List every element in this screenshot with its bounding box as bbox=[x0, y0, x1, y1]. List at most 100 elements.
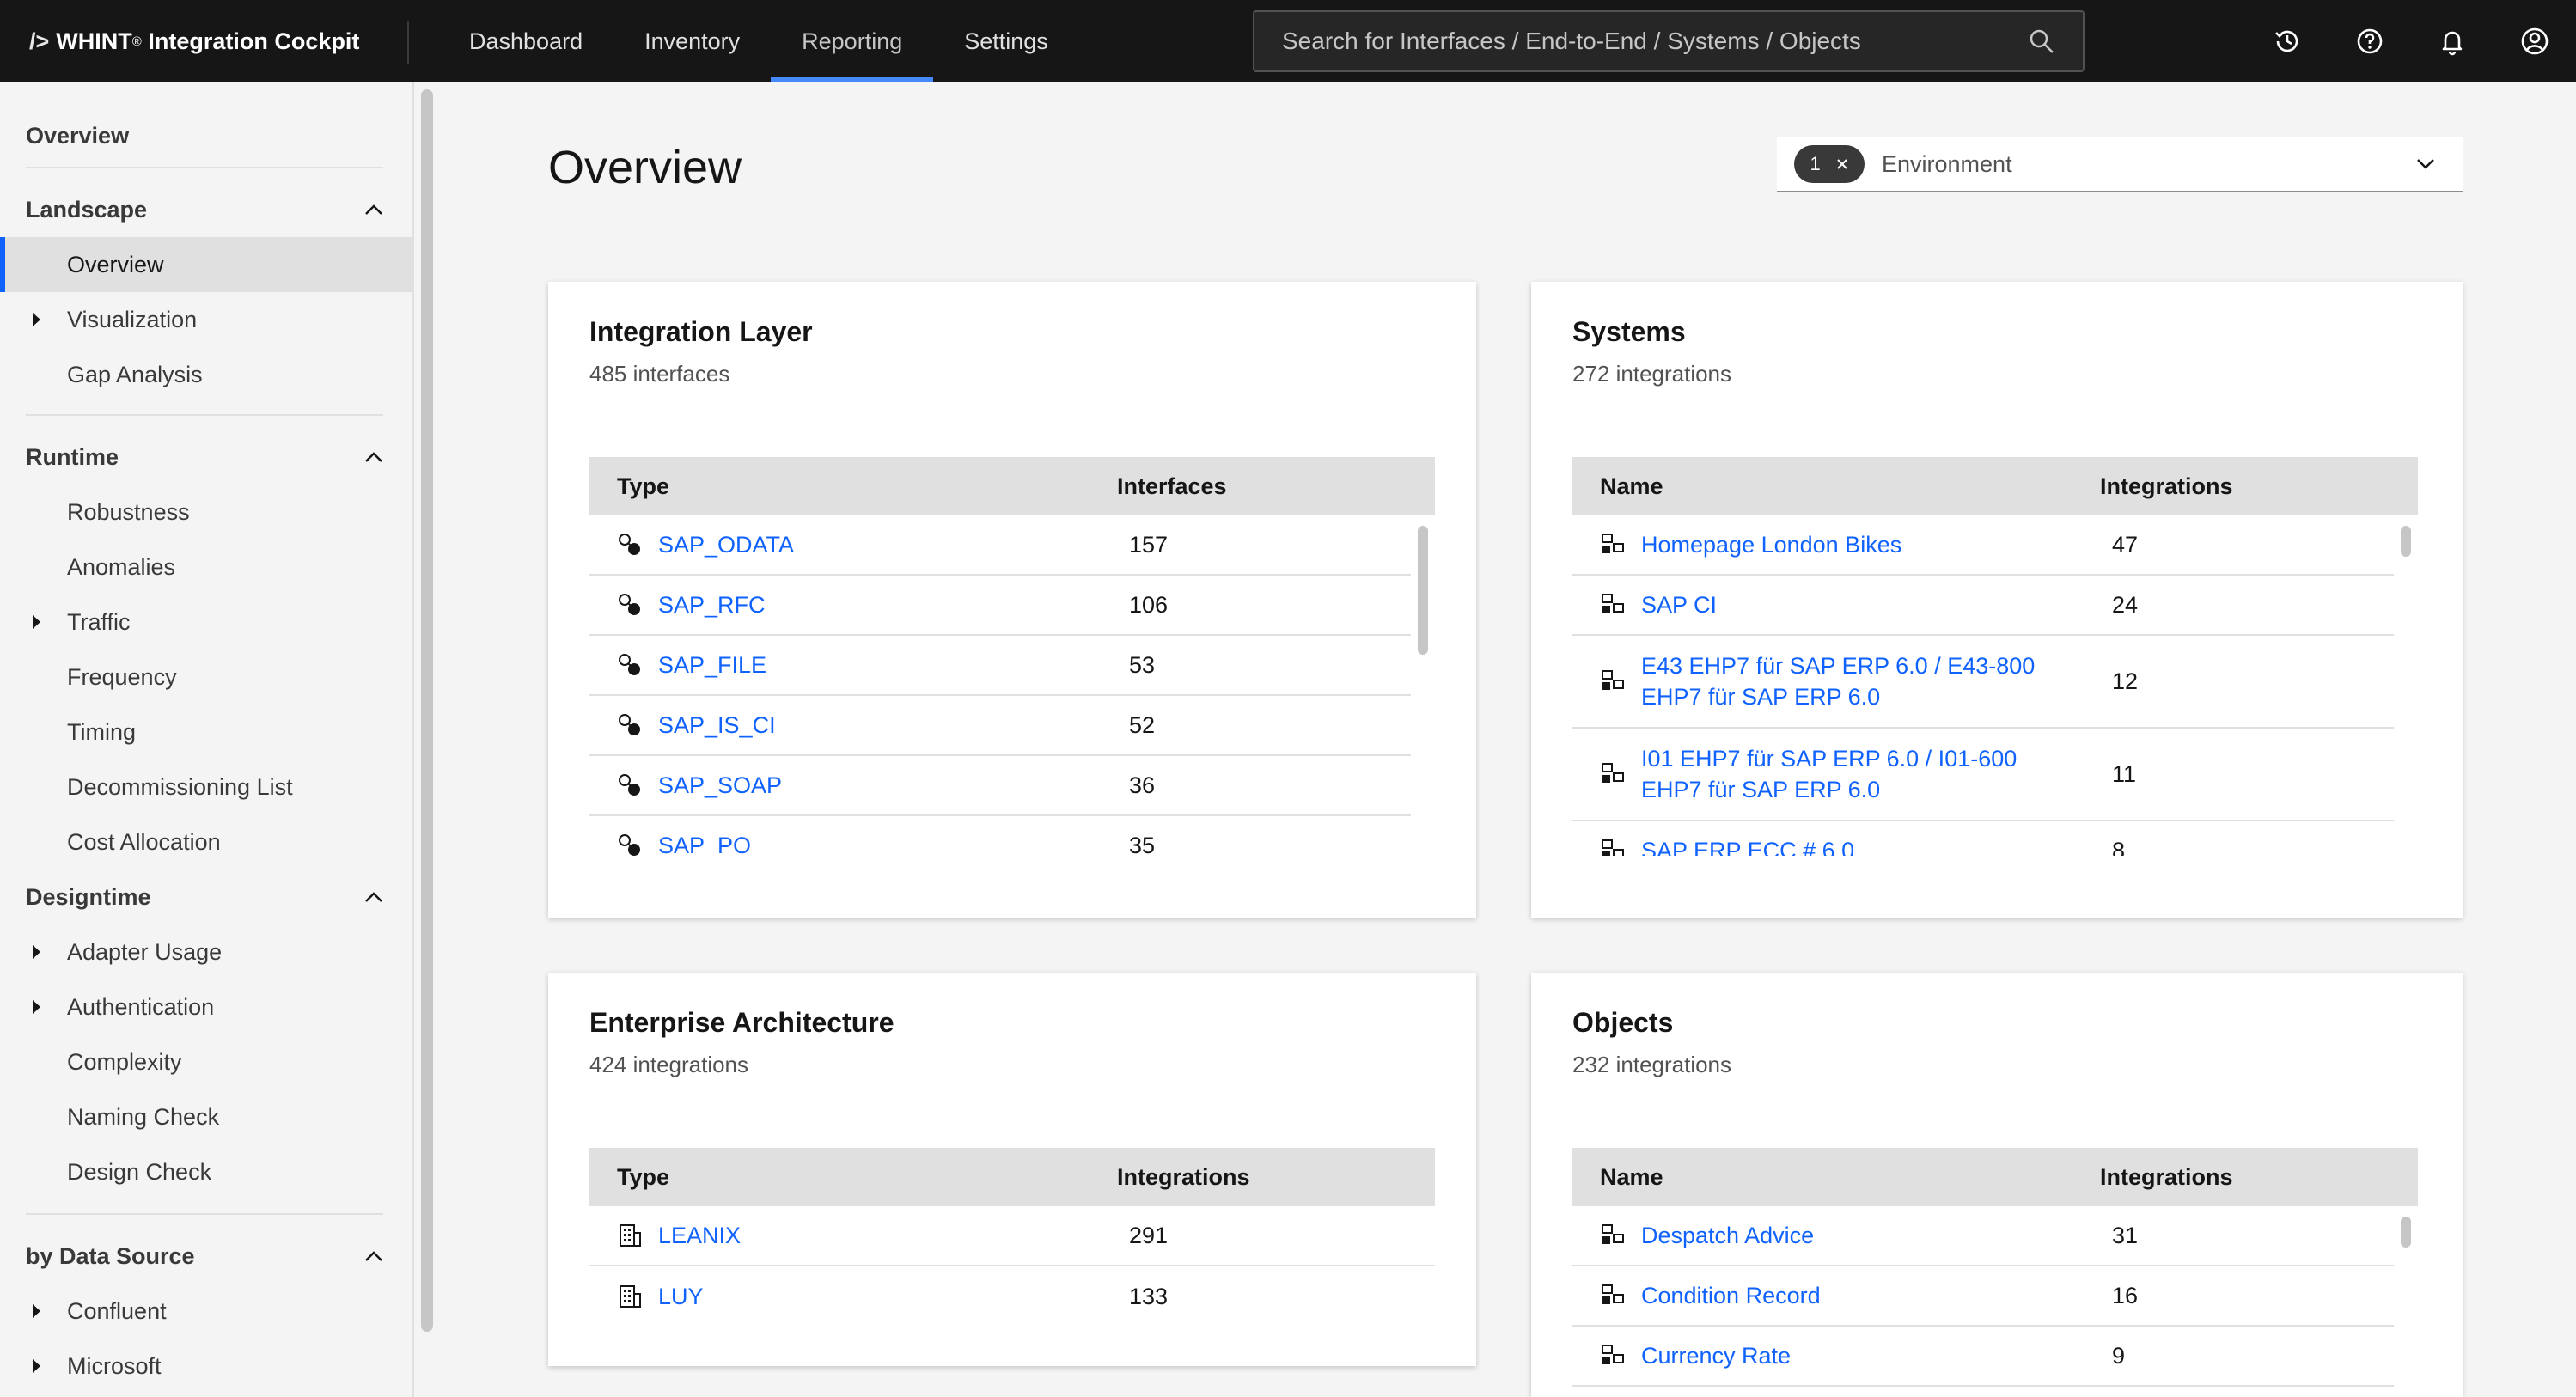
column-header-integrations[interactable]: Integrations bbox=[2100, 473, 2233, 500]
sidebar-item-label: Adapter Usage bbox=[67, 938, 223, 965]
sidebar-section-designtime[interactable]: Designtime bbox=[0, 869, 412, 924]
table-row[interactable]: I01 EHP7 für SAP ERP 6.0 / I01-600 EHP7 … bbox=[1572, 729, 2394, 821]
table-row[interactable]: SAP_FILE 53 bbox=[589, 636, 1411, 696]
sidebar-divider bbox=[26, 414, 383, 416]
sidebar-item-traffic[interactable]: Traffic bbox=[0, 595, 412, 650]
nav-dashboard[interactable]: Dashboard bbox=[438, 0, 613, 82]
help-icon[interactable] bbox=[2329, 0, 2411, 82]
row-link[interactable]: SAP_SOAP bbox=[658, 770, 782, 801]
card-systems: Systems 272 integrations Name Integratio… bbox=[1531, 282, 2463, 918]
sidebar-item-anomalies[interactable]: Anomalies bbox=[0, 540, 412, 595]
row-link[interactable]: Currency Rate bbox=[1641, 1340, 1791, 1371]
table-row[interactable]: E43 EHP7 für SAP ERP 6.0 / E43-800 EHP7 … bbox=[1572, 636, 2394, 729]
chevron-up-icon[interactable] bbox=[364, 1250, 383, 1262]
sidebar-item-adapter-usage[interactable]: Adapter Usage bbox=[0, 924, 412, 979]
table-row[interactable]: SAP_RFC 106 bbox=[589, 576, 1411, 636]
nav-inventory[interactable]: Inventory bbox=[613, 0, 771, 82]
table-row[interactable]: SAP CI 24 bbox=[1572, 576, 2394, 636]
table-row[interactable]: Homepage London Bikes 47 bbox=[1572, 515, 2394, 576]
table-scrollbar[interactable] bbox=[2401, 526, 2411, 557]
column-header-integrations[interactable]: Integrations bbox=[2100, 1164, 2233, 1191]
app-brand[interactable]: /> WHINT ® Integration Cockpit bbox=[29, 0, 359, 82]
chevron-up-icon[interactable] bbox=[364, 204, 383, 216]
sidebar-item-naming-check[interactable]: Naming Check bbox=[0, 1089, 412, 1144]
sidebar-item-gap-analysis[interactable]: Gap Analysis bbox=[0, 347, 412, 402]
header-divider bbox=[407, 21, 409, 64]
sidebar-item-robustness[interactable]: Robustness bbox=[0, 485, 412, 540]
search-input[interactable] bbox=[1282, 27, 2028, 55]
row-link[interactable]: I01 EHP7 für SAP ERP 6.0 / I01-600 EHP7 … bbox=[1641, 743, 2066, 805]
sidebar-scrollbar[interactable] bbox=[421, 89, 433, 1332]
column-header-integrations[interactable]: Integrations bbox=[1117, 1164, 1250, 1191]
table-row[interactable]: SAP_PO 35 bbox=[589, 816, 1411, 856]
caret-right-icon[interactable] bbox=[33, 1304, 40, 1318]
column-header-name[interactable]: Name bbox=[1572, 473, 2100, 500]
card-title: Objects bbox=[1572, 1007, 1674, 1038]
table-row[interactable]: Currency Rate 9 bbox=[1572, 1327, 2394, 1387]
sidebar-item-cost-allocation[interactable]: Cost Allocation bbox=[0, 814, 412, 869]
history-icon[interactable] bbox=[2246, 0, 2329, 82]
environment-filter[interactable]: 1 Environment bbox=[1777, 137, 2463, 192]
notification-icon[interactable] bbox=[2411, 0, 2494, 82]
chevron-up-icon[interactable] bbox=[364, 451, 383, 463]
caret-right-icon[interactable] bbox=[33, 615, 40, 629]
chevron-up-icon[interactable] bbox=[364, 891, 383, 903]
row-link[interactable]: SAP_RFC bbox=[658, 589, 766, 620]
caret-right-icon[interactable] bbox=[33, 1000, 40, 1014]
search-icon[interactable] bbox=[2028, 27, 2055, 55]
row-link[interactable]: Despatch Advice bbox=[1641, 1220, 1814, 1251]
table-row[interactable]: LUY 133 bbox=[589, 1266, 1435, 1327]
row-link[interactable]: SAP_ODATA bbox=[658, 529, 794, 560]
sidebar-item-label: Naming Check bbox=[67, 1103, 220, 1130]
row-link[interactable]: SAP_FILE bbox=[658, 650, 766, 680]
user-icon[interactable] bbox=[2494, 0, 2576, 82]
sidebar-item-confluent[interactable]: Confluent bbox=[0, 1284, 412, 1339]
table-scrollbar[interactable] bbox=[1418, 526, 1428, 655]
caret-right-icon[interactable] bbox=[33, 313, 40, 326]
row-link[interactable]: Condition Record bbox=[1641, 1280, 1821, 1311]
chevron-down-icon[interactable] bbox=[2416, 158, 2435, 170]
table-row[interactable]: SAP_IS_CI 52 bbox=[589, 696, 1411, 756]
table-row[interactable]: LEANIX 291 bbox=[589, 1206, 1435, 1266]
sidebar-item-frequency[interactable]: Frequency bbox=[0, 650, 412, 705]
row-link[interactable]: Homepage London Bikes bbox=[1641, 529, 1901, 560]
nav-reporting[interactable]: Reporting bbox=[771, 0, 934, 82]
table-row[interactable]: SAP_ODATA 157 bbox=[589, 515, 1411, 576]
sidebar-item-complexity[interactable]: Complexity bbox=[0, 1034, 412, 1089]
sidebar-item-decommissioning-list[interactable]: Decommissioning List bbox=[0, 760, 412, 814]
column-header-type[interactable]: Type bbox=[589, 473, 1117, 500]
row-link[interactable]: LUY bbox=[658, 1281, 704, 1312]
sidebar-item-microsoft[interactable]: Microsoft bbox=[0, 1339, 412, 1394]
table-scrollbar[interactable] bbox=[2401, 1217, 2411, 1248]
row-link[interactable]: E43 EHP7 für SAP ERP 6.0 / E43-800 EHP7 … bbox=[1641, 650, 2066, 712]
row-link[interactable]: SAP ERP ECC # 6.0 bbox=[1641, 835, 1854, 856]
nav-settings[interactable]: Settings bbox=[933, 0, 1079, 82]
column-header-name[interactable]: Name bbox=[1572, 1164, 2100, 1191]
row-link[interactable]: SAP CI bbox=[1641, 589, 1717, 620]
filter-count-tag[interactable]: 1 bbox=[1794, 145, 1865, 183]
clear-filter-icon[interactable] bbox=[1835, 157, 1849, 171]
table-row[interactable]: SAP_SOAP 36 bbox=[589, 756, 1411, 816]
sidebar-item-visualization[interactable]: Visualization bbox=[0, 292, 412, 347]
row-link[interactable]: LEANIX bbox=[658, 1220, 741, 1251]
sidebar-item-authentication[interactable]: Authentication bbox=[0, 979, 412, 1034]
sidebar-section-runtime[interactable]: Runtime bbox=[0, 430, 412, 485]
table-row[interactable]: Condition Record 16 bbox=[1572, 1266, 2394, 1327]
sidebar-overview-label: Overview bbox=[26, 122, 130, 149]
sidebar-section-by-data-source[interactable]: by Data Source bbox=[0, 1229, 412, 1284]
card-integration-layer: Integration Layer 485 interfaces Type In… bbox=[548, 282, 1476, 918]
sidebar-item-overview[interactable]: Overview bbox=[0, 237, 412, 292]
table-row[interactable]: SAP ERP ECC # 6.0 8 bbox=[1572, 821, 2394, 856]
adapter-type-icon bbox=[619, 834, 640, 856]
caret-right-icon[interactable] bbox=[33, 1359, 40, 1373]
row-link[interactable]: SAP_IS_CI bbox=[658, 710, 776, 741]
caret-right-icon[interactable] bbox=[33, 945, 40, 959]
column-header-interfaces[interactable]: Interfaces bbox=[1117, 473, 1227, 500]
sidebar-item-design-check[interactable]: Design Check bbox=[0, 1144, 412, 1199]
sidebar-overview[interactable]: Overview bbox=[0, 108, 412, 163]
sidebar-item-timing[interactable]: Timing bbox=[0, 705, 412, 760]
row-link[interactable]: SAP_PO bbox=[658, 830, 751, 856]
column-header-type[interactable]: Type bbox=[589, 1164, 1117, 1191]
table-row[interactable]: Despatch Advice 31 bbox=[1572, 1206, 2394, 1266]
sidebar-section-landscape[interactable]: Landscape bbox=[0, 182, 412, 237]
